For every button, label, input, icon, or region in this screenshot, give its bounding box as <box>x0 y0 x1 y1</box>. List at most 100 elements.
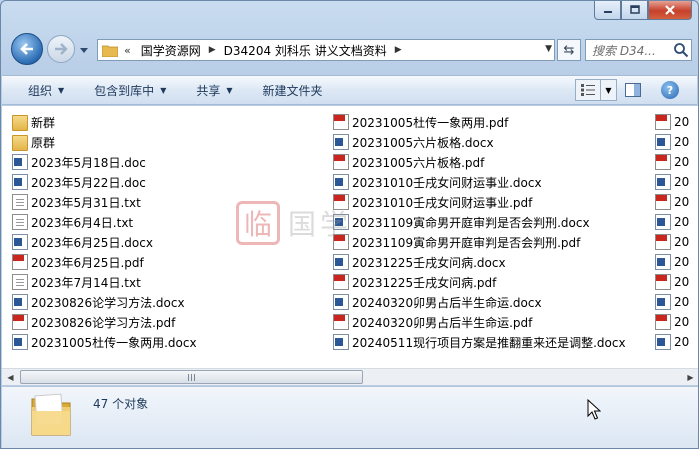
file-name: 20 <box>674 255 690 269</box>
forward-button[interactable] <box>47 35 75 63</box>
folder-large-icon <box>31 393 71 436</box>
file-name: 2023年5月22日.doc <box>31 175 146 190</box>
refresh-button[interactable]: ⇆ <box>557 39 581 61</box>
mouse-cursor-icon <box>587 399 601 420</box>
watermark: 临 国学 <box>236 201 352 245</box>
file-item[interactable]: 2023年6月4日.txt <box>12 212 197 232</box>
breadcrumb-item[interactable]: D34204 刘科乐 讲义文档资料 <box>224 42 387 59</box>
file-name: 2023年6月4日.txt <box>31 215 134 230</box>
file-item[interactable]: 20231005杜传一象两用.docx <box>12 332 197 352</box>
scroll-right-button[interactable]: ▶ <box>682 369 698 385</box>
file-name: 2023年5月18日.doc <box>31 155 146 170</box>
help-button[interactable]: ? <box>661 81 679 99</box>
chevron-down-icon <box>80 48 88 53</box>
address-dropdown-icon[interactable]: ▼ <box>545 44 552 54</box>
chevron-down-icon: ▼ <box>58 85 65 95</box>
breadcrumb-item[interactable]: 国学资源网 <box>141 42 201 59</box>
view-options-dropdown[interactable]: ▼ <box>601 79 617 101</box>
file-item[interactable]: 2023年6月25日.docx <box>12 232 197 252</box>
file-name: 20 <box>674 315 690 329</box>
file-item[interactable]: 新群 <box>12 112 197 132</box>
file-name: 20 <box>674 235 690 249</box>
file-name: 20231005六片板格.docx <box>352 135 494 150</box>
file-item[interactable]: 20 <box>655 112 689 132</box>
file-item[interactable]: 20230826论学习方法.pdf <box>12 312 197 332</box>
file-item[interactable]: 20240320卯男占后半生命运.pdf <box>333 312 626 332</box>
maximize-button[interactable] <box>621 1 648 20</box>
preview-pane-button[interactable] <box>621 79 645 101</box>
file-item[interactable]: 20230826论学习方法.docx <box>12 292 197 312</box>
file-item[interactable]: 2023年7月14日.txt <box>12 272 197 292</box>
back-arrow-icon <box>20 43 33 55</box>
file-item[interactable]: 20 <box>655 152 689 172</box>
file-item[interactable]: 2023年5月18日.doc <box>12 152 197 172</box>
file-item[interactable]: 20231005六片板格.docx <box>333 132 626 152</box>
file-name: 2023年6月25日.pdf <box>31 255 144 270</box>
include-in-library-button[interactable]: 包含到库中 ▼ <box>94 82 166 99</box>
file-item[interactable]: 20 <box>655 212 689 232</box>
file-item[interactable]: 20 <box>655 292 689 312</box>
doc-file-icon <box>333 254 349 270</box>
file-name: 2023年7月14日.txt <box>31 275 141 290</box>
file-name: 2023年6月25日.docx <box>31 235 153 250</box>
file-item[interactable]: 2023年5月31日.txt <box>12 192 197 212</box>
include-in-library-label: 包含到库中 <box>94 83 155 98</box>
help-icon: ? <box>666 83 674 97</box>
file-item[interactable]: 20231010壬戌女问财运事业.pdf <box>333 192 626 212</box>
file-name: 20231010壬戌女问财运事业.pdf <box>352 195 533 210</box>
horizontal-scrollbar[interactable]: ◀ ▶ <box>2 368 698 385</box>
scroll-left-button[interactable]: ◀ <box>2 369 19 385</box>
file-item[interactable]: 20 <box>655 272 689 292</box>
file-item[interactable]: 20 <box>655 172 689 192</box>
file-item[interactable]: 20 <box>655 332 689 352</box>
file-name: 原群 <box>31 135 56 150</box>
search-icon[interactable] <box>673 42 689 58</box>
folder-icon <box>102 45 118 57</box>
file-item[interactable]: 20231005杜传一象两用.pdf <box>333 112 626 132</box>
file-item[interactable]: 2023年5月22日.doc <box>12 172 197 192</box>
file-list[interactable]: 新群原群 2023年5月18日.doc 2023年5月22日.doc 2023年5月3… <box>2 106 698 368</box>
file-name: 20231010壬戌女问财运事业.docx <box>352 175 542 190</box>
minimize-button[interactable] <box>594 1 621 20</box>
caption-buttons <box>594 1 692 21</box>
file-item[interactable]: 20231109寅命男开庭审判是否会判刑.docx <box>333 212 626 232</box>
file-item[interactable]: 原群 <box>12 132 197 152</box>
history-dropdown[interactable] <box>79 44 89 58</box>
search-input[interactable]: 搜索 D34... <box>585 39 692 61</box>
file-item[interactable]: 20 <box>655 232 689 252</box>
details-pane: 47 个对象 <box>2 386 698 448</box>
address-bar[interactable]: « 国学资源网 ▶ D34204 刘科乐 讲义文档资料 ▶ ▼ <box>97 39 555 61</box>
file-item[interactable]: 20240320卯男占后半生命运.docx <box>333 292 626 312</box>
new-folder-button[interactable]: 新建文件夹 <box>263 82 323 99</box>
file-item[interactable]: 20231109寅命男开庭审判是否会判刑.pdf <box>333 232 626 252</box>
close-button[interactable] <box>648 1 692 20</box>
scrollbar-thumb[interactable] <box>20 370 363 384</box>
file-name: 20240320卯男占后半生命运.docx <box>352 295 542 310</box>
organize-button[interactable]: 组织 ▼ <box>28 82 64 99</box>
back-button[interactable] <box>11 33 43 65</box>
file-item[interactable]: 20 <box>655 132 689 152</box>
change-view-button[interactable] <box>575 79 601 101</box>
file-item[interactable]: 20 <box>655 312 689 332</box>
breadcrumb-separator[interactable]: ▶ <box>395 45 402 55</box>
pdf-file-icon <box>333 314 349 330</box>
doc-file-icon <box>655 254 671 270</box>
pdf-file-icon <box>655 154 671 170</box>
close-icon <box>665 5 675 15</box>
breadcrumb-separator[interactable]: ▶ <box>209 45 216 55</box>
file-name: 20231109寅命男开庭审判是否会判刑.pdf <box>352 235 581 250</box>
file-item[interactable]: 20 <box>655 252 689 272</box>
file-item[interactable]: 20231225壬戌女问病.pdf <box>333 272 626 292</box>
file-name: 20231005杜传一象两用.docx <box>31 335 197 350</box>
file-item[interactable]: 20 <box>655 192 689 212</box>
file-name: 20 <box>674 275 690 289</box>
file-item[interactable]: 20231005六片板格.pdf <box>333 152 626 172</box>
file-item[interactable]: 2023年6月25日.pdf <box>12 252 197 272</box>
breadcrumb-overflow[interactable]: « <box>124 44 131 57</box>
file-item[interactable]: 20231010壬戌女问财运事业.docx <box>333 172 626 192</box>
file-item[interactable]: 20240511现行项目方案是推翻重来还是调整.docx <box>333 332 626 352</box>
pdf-file-icon <box>333 274 349 290</box>
share-button[interactable]: 共享 ▼ <box>196 82 232 99</box>
file-item[interactable]: 20231225壬戌女问病.docx <box>333 252 626 272</box>
minimize-icon <box>603 11 612 13</box>
